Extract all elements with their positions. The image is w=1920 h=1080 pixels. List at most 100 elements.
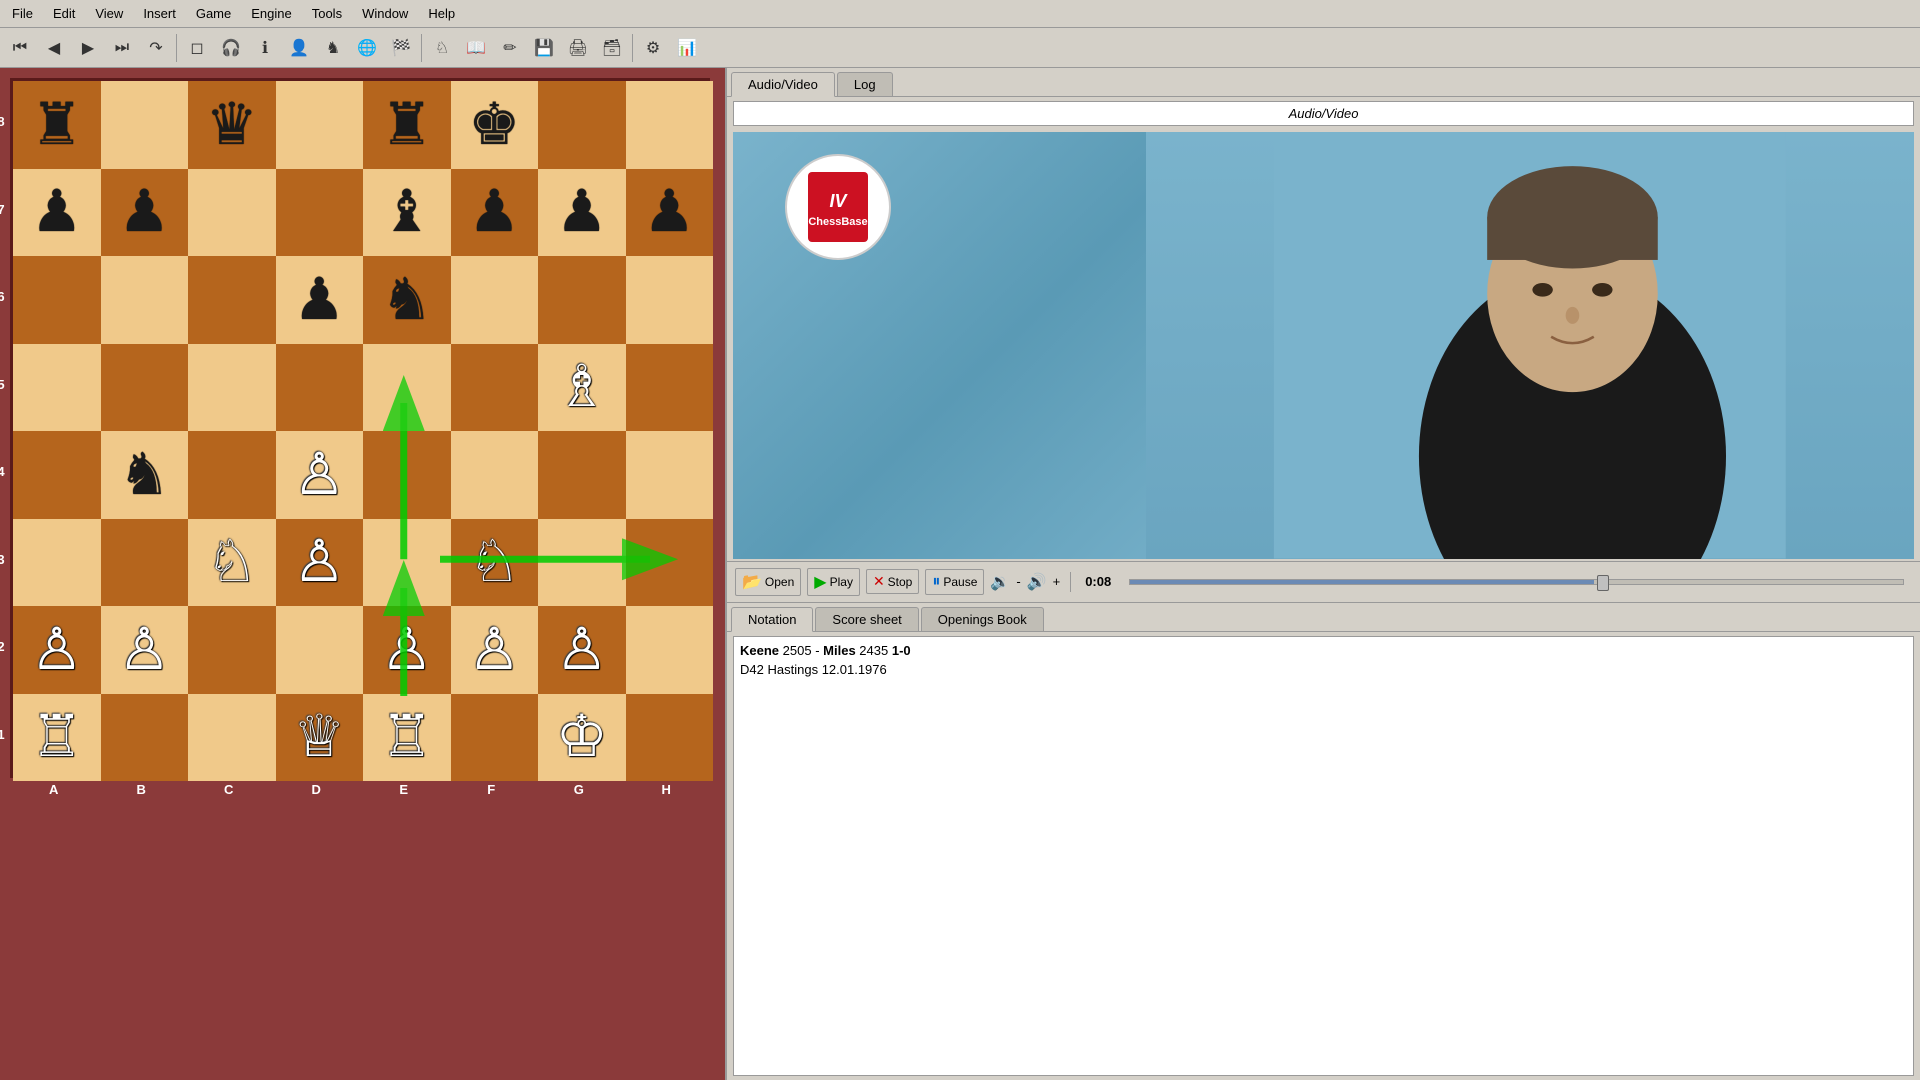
pause-button[interactable]: ⏸ Pause <box>925 569 984 595</box>
toolbar-info[interactable]: ℹ <box>249 32 281 64</box>
menu-tools[interactable]: Tools <box>304 4 350 23</box>
menu-game[interactable]: Game <box>188 4 239 23</box>
toolbar-database[interactable]: 🗃 <box>596 32 628 64</box>
stop-button[interactable]: ✕ Stop <box>866 569 919 594</box>
cell-e5[interactable] <box>363 344 451 432</box>
cell-d8[interactable] <box>276 81 364 169</box>
cell-h2[interactable] <box>626 606 714 694</box>
cell-a7[interactable]: ♟ <box>13 169 101 257</box>
tab-notation[interactable]: Notation <box>731 607 813 632</box>
cell-d7[interactable] <box>276 169 364 257</box>
toolbar-online[interactable]: 🌐 <box>351 32 383 64</box>
cell-g3[interactable] <box>538 519 626 607</box>
cell-g8[interactable] <box>538 81 626 169</box>
cell-g5[interactable]: ♗ <box>538 344 626 432</box>
open-button[interactable]: 📂 Open <box>735 568 801 596</box>
cell-h4[interactable] <box>626 431 714 519</box>
volume-handle[interactable] <box>1597 575 1609 591</box>
cell-a1[interactable]: ♖ <box>13 694 101 782</box>
cell-d4[interactable]: ♙ <box>276 431 364 519</box>
cell-c1[interactable] <box>188 694 276 782</box>
cell-f7[interactable]: ♟ <box>451 169 539 257</box>
toolbar-step-forward[interactable]: ▶ <box>72 32 104 64</box>
menu-engine[interactable]: Engine <box>243 4 299 23</box>
tab-audio-video[interactable]: Audio/Video <box>731 72 835 97</box>
cell-b7[interactable]: ♟ <box>101 169 189 257</box>
cell-a4[interactable] <box>13 431 101 519</box>
cell-b5[interactable] <box>101 344 189 432</box>
toolbar-save[interactable]: 💾 <box>528 32 560 64</box>
cell-c6[interactable] <box>188 256 276 344</box>
play-button[interactable]: ▶ Play <box>807 568 860 596</box>
menu-insert[interactable]: Insert <box>135 4 184 23</box>
toolbar-knight-icon[interactable]: ♘ <box>426 32 458 64</box>
cell-e6[interactable]: ♞ <box>363 256 451 344</box>
menu-edit[interactable]: Edit <box>45 4 83 23</box>
cell-a2[interactable]: ♙ <box>13 606 101 694</box>
cell-c4[interactable] <box>188 431 276 519</box>
cell-a6[interactable] <box>13 256 101 344</box>
cell-f3[interactable]: ♘ <box>451 519 539 607</box>
cell-e8[interactable]: ♜ <box>363 81 451 169</box>
toolbar-analysis[interactable]: 📊 <box>671 32 703 64</box>
tab-log[interactable]: Log <box>837 72 893 96</box>
volume-minus-label[interactable]: - <box>1016 574 1020 589</box>
cell-h3[interactable] <box>626 519 714 607</box>
cell-b8[interactable] <box>101 81 189 169</box>
cell-d1[interactable]: ♕ <box>276 694 364 782</box>
toolbar-new-game[interactable]: ◻ <box>181 32 213 64</box>
cell-g4[interactable] <box>538 431 626 519</box>
cell-f2[interactable]: ♙ <box>451 606 539 694</box>
cell-e7[interactable]: ♝ <box>363 169 451 257</box>
cell-g2[interactable]: ♙ <box>538 606 626 694</box>
cell-c2[interactable] <box>188 606 276 694</box>
cell-f5[interactable] <box>451 344 539 432</box>
cell-b4[interactable]: ♞ <box>101 431 189 519</box>
cell-b6[interactable] <box>101 256 189 344</box>
tab-score-sheet[interactable]: Score sheet <box>815 607 918 631</box>
cell-d6[interactable]: ♟ <box>276 256 364 344</box>
toolbar-fast-forward[interactable]: ⏭ <box>106 32 138 64</box>
cell-g7[interactable]: ♟ <box>538 169 626 257</box>
cell-b1[interactable] <box>101 694 189 782</box>
menu-file[interactable]: File <box>4 4 41 23</box>
chess-board[interactable]: ♜ ♛ ♜ ♚ ♟ ♟ <box>10 78 710 778</box>
cell-e1[interactable]: ♖ <box>363 694 451 782</box>
cell-c8[interactable]: ♛ <box>188 81 276 169</box>
volume-down-icon[interactable]: 🔉 <box>990 572 1010 592</box>
tab-openings-book[interactable]: Openings Book <box>921 607 1044 631</box>
cell-a5[interactable] <box>13 344 101 432</box>
cell-a3[interactable] <box>13 519 101 607</box>
toolbar-pen[interactable]: ✏ <box>494 32 526 64</box>
cell-d5[interactable] <box>276 344 364 432</box>
cell-f6[interactable] <box>451 256 539 344</box>
volume-slider[interactable] <box>1129 579 1904 585</box>
cell-c5[interactable] <box>188 344 276 432</box>
cell-d2[interactable] <box>276 606 364 694</box>
toolbar-book[interactable]: 📖 <box>460 32 492 64</box>
cell-c7[interactable] <box>188 169 276 257</box>
menu-help[interactable]: Help <box>420 4 463 23</box>
cell-h7[interactable]: ♟ <box>626 169 714 257</box>
toolbar-step-back[interactable]: ◀ <box>38 32 70 64</box>
menu-view[interactable]: View <box>87 4 131 23</box>
cell-h5[interactable] <box>626 344 714 432</box>
cell-a8[interactable]: ♜ <box>13 81 101 169</box>
cell-g6[interactable] <box>538 256 626 344</box>
menu-window[interactable]: Window <box>354 4 416 23</box>
cell-b3[interactable] <box>101 519 189 607</box>
cell-f1[interactable] <box>451 694 539 782</box>
toolbar-flag[interactable]: 🏁 <box>385 32 417 64</box>
cell-g1[interactable]: ♔ <box>538 694 626 782</box>
cell-f4[interactable] <box>451 431 539 519</box>
cell-b2[interactable]: ♙ <box>101 606 189 694</box>
cell-c3[interactable]: ♘ <box>188 519 276 607</box>
cell-h1[interactable] <box>626 694 714 782</box>
cell-e4[interactable] <box>363 431 451 519</box>
toolbar-settings[interactable]: ⚙ <box>637 32 669 64</box>
toolbar-flip[interactable]: ↷ <box>140 32 172 64</box>
cell-h8[interactable] <box>626 81 714 169</box>
volume-plus-label[interactable]: + <box>1053 574 1061 589</box>
toolbar-training[interactable]: 🎧 <box>215 32 247 64</box>
cell-f8[interactable]: ♚ <box>451 81 539 169</box>
